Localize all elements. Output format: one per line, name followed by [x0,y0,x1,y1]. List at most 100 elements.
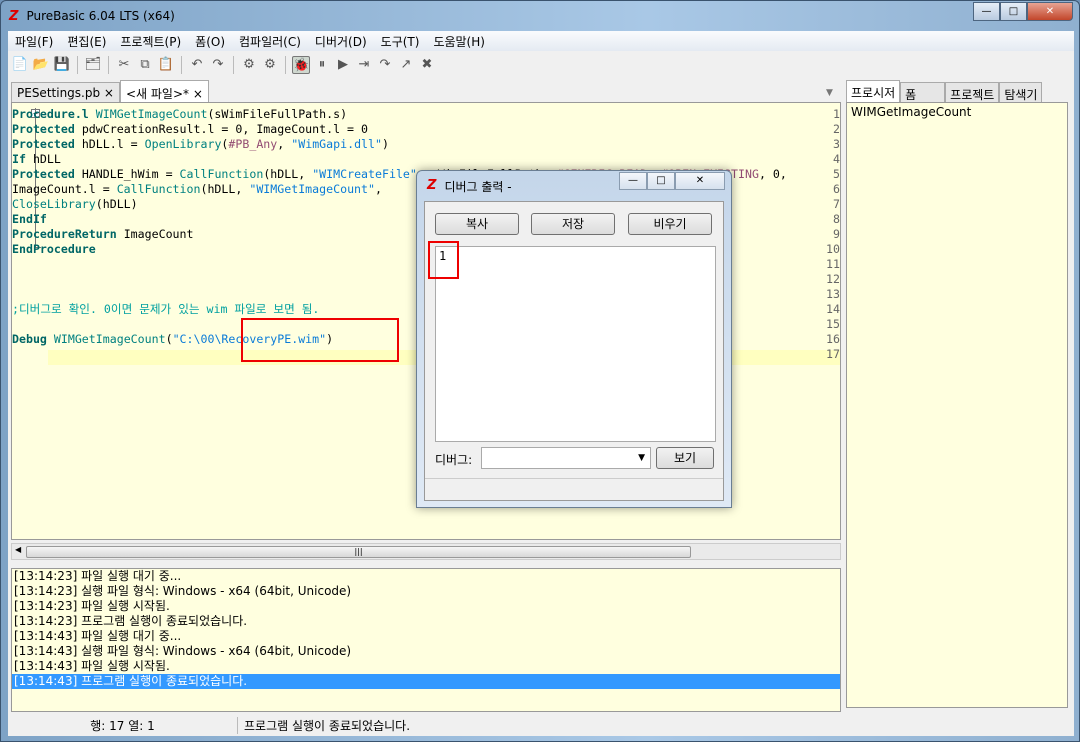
log-entry[interactable]: [13:14:23] 실행 파일 형식: Windows - x64 (64bi… [12,584,840,599]
chevron-down-icon: ▼ [638,453,645,463]
undo-icon[interactable]: ↶ [188,56,206,74]
code-line[interactable]: Protected pdwCreationResult.l = 0, Image… [12,122,840,137]
redo-icon[interactable]: ↷ [209,56,227,74]
code-token: ProcedureReturn [12,227,124,241]
code-token: CloseLibrary [12,197,96,211]
paste-icon[interactable]: 📋 [157,56,175,74]
debug-combo[interactable]: ▼ [481,447,651,469]
code-token: Protected [12,122,82,136]
code-token: #PB_Any [228,137,278,151]
right-panel: 프로시저 폼 프로젝트 탐색기 WIMGetImageCount [846,80,1074,710]
tab-project[interactable]: 프로젝트 [945,82,1000,102]
dialog-close-button[interactable]: ✕ [675,172,725,190]
debugger-icon[interactable]: 🐞 [292,56,310,74]
close-file-icon[interactable]: 🗂 [84,56,102,74]
toolbar-separator [108,56,109,74]
new-file-icon[interactable]: 📄 [11,56,29,74]
log-entry[interactable]: [13:14:43] 실행 파일 형식: Windows - x64 (64bi… [12,644,840,659]
dialog-title: 디버그 출력 - [444,180,512,194]
code-token: EndProcedure [12,242,96,256]
menu-item[interactable]: 프로젝트(P) [113,31,188,51]
dialog-maximize-button[interactable]: □ [647,172,675,190]
continue-icon[interactable]: ▶ [334,56,352,74]
tab-list-dropdown-icon[interactable]: ▼ [826,88,833,98]
horizontal-scrollbar[interactable]: ◀ ||| [11,543,841,560]
list-item[interactable]: WIMGetImageCount [851,105,1063,119]
step-icon[interactable]: ⇥ [355,56,373,74]
code-token: Protected [12,167,82,181]
step-out-icon[interactable]: ↗ [397,56,415,74]
tab-new-file[interactable]: <새 파일>* × [119,80,209,102]
file-tabs: PESettings.pb × <새 파일>* × [11,80,209,102]
menu-item[interactable]: 폼(O) [188,31,232,51]
code-token: Procedure.l [12,107,96,121]
code-token: , 0, [758,167,787,181]
tab-pesettings[interactable]: PESettings.pb × [11,82,120,102]
code-line[interactable]: Procedure.l WIMGetImageCount(sWimFileFul… [12,107,840,122]
code-line[interactable]: Protected hDLL.l = OpenLibrary(#PB_Any, … [12,137,840,152]
code-token: If [12,152,33,166]
cut-icon[interactable]: ✂ [115,56,133,74]
menu-item[interactable]: 파일(F) [8,31,60,51]
log-entry[interactable]: [13:14:23] 파일 실행 시작됨. [12,599,840,614]
divider [425,478,723,479]
show-button[interactable]: 보기 [656,447,714,469]
code-line[interactable]: If hDLL [12,152,840,167]
clear-button[interactable]: 비우기 [628,213,712,235]
status-bar: 행: 17 열: 1 프로그램 실행이 종료되었습니다. [8,714,1074,736]
menu-item[interactable]: 디버거(D) [308,31,374,51]
code-token: hDLL.l = [81,137,145,151]
build-icon[interactable]: ⚙ [261,56,279,74]
copy-button[interactable]: 복사 [435,213,519,235]
code-token: ;디버그로 확인. 0이면 문제가 있는 wim 파일로 보면 됨. [12,302,320,316]
toolbar-separator [285,56,286,74]
code-token: Debug [12,332,54,346]
annotation-box [428,241,459,279]
code-token: EndIf [12,212,47,226]
menu-item[interactable]: 컴파일러(C) [232,31,308,51]
compile-run-icon[interactable]: ⚙ [240,56,258,74]
status-message: 프로그램 실행이 종료되었습니다. [244,718,411,733]
log-entry[interactable]: [13:14:43] 파일 실행 대기 중... [12,629,840,644]
save-button[interactable]: 저장 [531,213,615,235]
maximize-button[interactable]: □ [1000,2,1027,21]
tab-form[interactable]: 폼 [900,82,946,102]
kill-icon[interactable]: ✖ [418,56,436,74]
code-token: (hDLL, [200,182,250,196]
toolbar-separator [77,56,78,74]
toolbar-separator [181,56,182,74]
code-token: ( [165,332,173,346]
procedure-list: WIMGetImageCount [846,102,1068,708]
code-token: ImageCount.l = [12,182,117,196]
tab-procedures[interactable]: 프로시저 [846,80,901,102]
menu-item[interactable]: 도움말(H) [426,31,492,51]
code-token: , [277,137,292,151]
code-token: (hDLL) [95,197,138,211]
save-icon[interactable]: 💾 [53,56,71,74]
menu-item[interactable]: 편집(E) [60,31,113,51]
tab-explorer[interactable]: 탐색기 [999,82,1043,102]
close-button[interactable]: ✕ [1027,2,1073,21]
log-entry[interactable]: [13:14:43] 파일 실행 시작됨. [12,659,840,674]
pause-icon[interactable]: ⏸ [313,56,331,74]
scrollbar-thumb[interactable]: ||| [26,546,691,558]
debug-output-list[interactable]: 1 [435,246,716,442]
open-file-icon[interactable]: 📂 [32,56,50,74]
code-token: "WIMGetImageCount" [249,182,375,196]
step-over-icon[interactable]: ↷ [376,56,394,74]
copy-icon[interactable]: ⧉ [136,56,154,74]
scroll-left-icon[interactable]: ◀ [15,545,21,554]
code-token: WIMGetImageCount [95,107,208,121]
annotation-box [241,318,399,362]
compiler-log[interactable]: [13:14:23] 파일 실행 대기 중... [13:14:23] 실행 파일… [11,568,841,712]
minimize-button[interactable]: — [973,2,1000,21]
code-token: WIMGetImageCount [53,332,166,346]
purebasic-logo-icon: Z [9,8,19,24]
log-entry[interactable]: [13:14:23] 프로그램 실행이 종료되었습니다. [12,614,840,629]
log-entry[interactable]: [13:14:43] 프로그램 실행이 종료되었습니다. [12,674,840,689]
dialog-minimize-button[interactable]: — [619,172,647,190]
log-entry[interactable]: [13:14:23] 파일 실행 대기 중... [12,569,840,584]
code-token: (hDLL, [263,167,313,181]
menu-item[interactable]: 도구(T) [374,31,427,51]
code-token: "WimGapi.dll" [291,137,382,151]
